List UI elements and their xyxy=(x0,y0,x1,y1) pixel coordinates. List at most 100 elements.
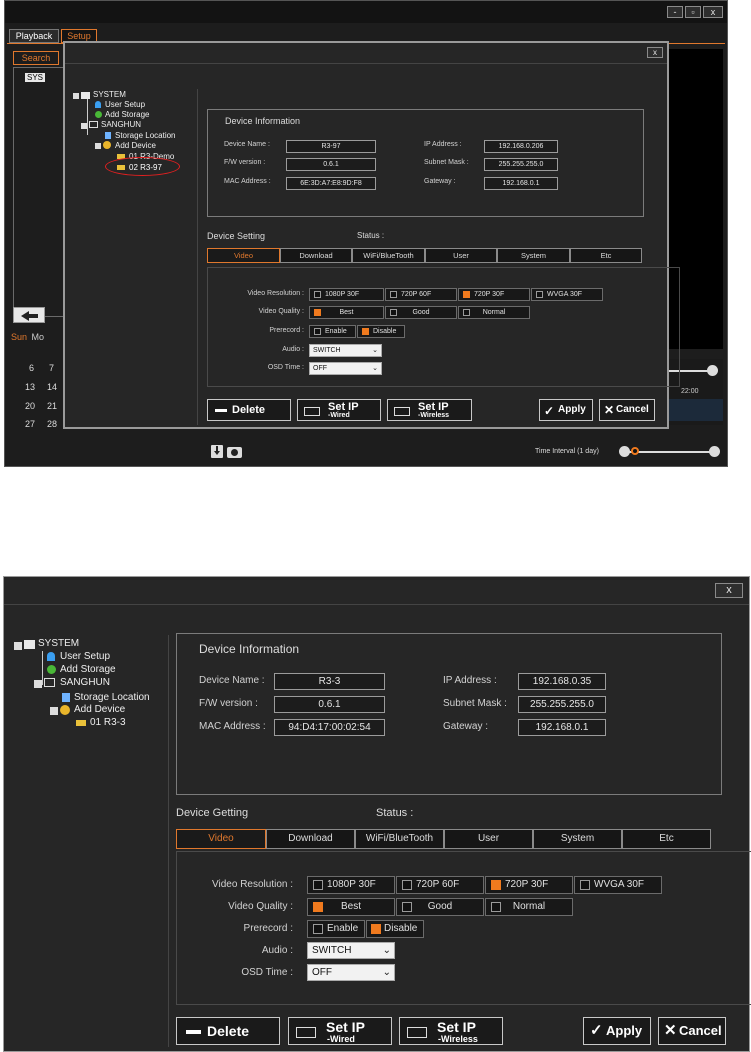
calendar-day[interactable]: 13 xyxy=(25,382,35,392)
tab-wifi-bluetooth[interactable]: WiFi/BlueTooth xyxy=(355,829,444,849)
tree-add-device[interactable]: Add Device xyxy=(74,704,125,715)
res-option-720p30[interactable]: 720P 30F xyxy=(485,876,573,894)
tree-collapse-icon[interactable] xyxy=(34,680,42,688)
top-minimize-button[interactable]: - xyxy=(667,6,683,18)
quality-option-good[interactable]: Good xyxy=(396,898,484,916)
prerecord-option-label: Enable xyxy=(327,923,359,934)
ip-address-label: IP Address : xyxy=(443,675,497,686)
download-icon[interactable] xyxy=(211,445,223,458)
tree-storage-location[interactable]: Storage Location xyxy=(74,692,150,703)
res-option-wvga30[interactable]: WVGA 30F xyxy=(574,876,662,894)
tab-download[interactable]: Download xyxy=(280,248,352,263)
calendar-day[interactable]: 21 xyxy=(47,401,57,411)
calendar-day[interactable]: 28 xyxy=(47,419,57,429)
top-tab-playback[interactable]: Playback xyxy=(9,29,59,43)
top-maximize-button[interactable]: ▫ xyxy=(685,6,701,18)
prerecord-option-disable[interactable]: Disable xyxy=(357,325,405,338)
checkbox-icon xyxy=(536,291,543,298)
res-option-720p60[interactable]: 720P 60F xyxy=(385,288,457,301)
tree-collapse-icon[interactable] xyxy=(95,143,101,149)
set-ip-wireless-button[interactable]: Set IP -Wireless xyxy=(387,399,472,421)
tree-system[interactable]: SYSTEM xyxy=(93,90,126,99)
tab-video[interactable]: Video xyxy=(207,248,280,263)
tree-collapse-icon[interactable] xyxy=(50,707,58,715)
tree-storage-location[interactable]: Storage Location xyxy=(115,131,176,140)
calendar-day[interactable]: 6 xyxy=(29,363,34,373)
cancel-button[interactable]: ✕ Cancel xyxy=(599,399,655,421)
res-option-1080p30[interactable]: 1080P 30F xyxy=(309,288,384,301)
top-search-tab[interactable]: Search xyxy=(13,51,59,65)
tree-sanghun[interactable]: SANGHUN xyxy=(101,120,141,129)
tab-wifi-bluetooth[interactable]: WiFi/BlueTooth xyxy=(352,248,425,263)
camera-icon[interactable] xyxy=(227,447,242,458)
calendar-day[interactable]: 14 xyxy=(47,382,57,392)
apply-button[interactable]: ✓ Apply xyxy=(539,399,593,421)
time-interval-knob-left[interactable] xyxy=(619,446,630,457)
quality-option-best[interactable]: Best xyxy=(309,306,384,319)
prerecord-option-disable[interactable]: Disable xyxy=(366,920,424,938)
tab-user[interactable]: User xyxy=(444,829,533,849)
tab-etc[interactable]: Etc xyxy=(622,829,711,849)
checkbox-checked-icon xyxy=(463,291,470,298)
tree-add-device[interactable]: Add Device xyxy=(115,141,156,150)
tab-user[interactable]: User xyxy=(425,248,497,263)
tree-sanghun[interactable]: SANGHUN xyxy=(60,677,110,688)
audio-select[interactable]: SWITCH ⌄ xyxy=(307,942,395,959)
checkbox-icon xyxy=(314,328,321,335)
add-device-gear-icon xyxy=(103,141,111,149)
osd-time-select-value: OFF xyxy=(312,967,332,978)
set-ip-wireless-button[interactable]: Set IP -Wireless xyxy=(399,1017,503,1045)
tree-device-01[interactable]: 01 R3-3 xyxy=(90,717,126,728)
set-ip-wired-button[interactable]: Set IP -Wired xyxy=(288,1017,392,1045)
cancel-button[interactable]: ✕ Cancel xyxy=(658,1017,726,1045)
calendar-day[interactable]: 7 xyxy=(49,363,54,373)
res-option-1080p30[interactable]: 1080P 30F xyxy=(307,876,395,894)
res-option-wvga30[interactable]: WVGA 30F xyxy=(531,288,603,301)
calendar-day[interactable]: 27 xyxy=(25,419,35,429)
top-dialog-close-button[interactable]: x xyxy=(647,47,663,58)
audio-select-value: SWITCH xyxy=(313,347,341,354)
tab-etc[interactable]: Etc xyxy=(570,248,642,263)
set-ip-wired-button[interactable]: Set IP -Wired xyxy=(297,399,381,421)
chevron-down-icon: ⌄ xyxy=(372,347,378,354)
tree-expand-icon[interactable] xyxy=(14,642,22,650)
top-dialog-header-line xyxy=(65,63,667,64)
time-interval-knob-right[interactable] xyxy=(709,446,720,457)
zoom-slider-knob[interactable] xyxy=(707,365,718,376)
quality-option-normal[interactable]: Normal xyxy=(485,898,573,916)
camera-device-icon xyxy=(76,720,86,726)
network-port-icon xyxy=(394,407,410,416)
delete-button[interactable]: Delete xyxy=(176,1017,280,1045)
quality-option-best[interactable]: Best xyxy=(307,898,395,916)
prerecord-option-enable[interactable]: Enable xyxy=(309,325,356,338)
bottom-dialog-close-button[interactable]: x xyxy=(715,583,743,598)
tree-add-storage[interactable]: Add Storage xyxy=(105,110,149,119)
tree-system[interactable]: SYSTEM xyxy=(38,638,79,649)
back-arrow-button[interactable] xyxy=(13,307,45,323)
tab-download[interactable]: Download xyxy=(266,829,355,849)
prerecord-option-enable[interactable]: Enable xyxy=(307,920,365,938)
video-resolution-label: Video Resolution : xyxy=(247,290,304,297)
top-window-close-button[interactable]: x xyxy=(703,6,723,18)
tree-collapse-icon[interactable] xyxy=(81,123,87,129)
delete-button[interactable]: Delete xyxy=(207,399,291,421)
time-interval-knob-active[interactable] xyxy=(631,447,639,455)
tab-video[interactable]: Video xyxy=(176,829,266,849)
tab-system[interactable]: System xyxy=(533,829,622,849)
device-info-title: Device Information xyxy=(199,642,300,656)
tree-add-storage[interactable]: Add Storage xyxy=(60,664,116,675)
quality-option-good[interactable]: Good xyxy=(385,306,457,319)
checkbox-checked-icon xyxy=(313,902,323,912)
res-option-720p30[interactable]: 720P 30F xyxy=(458,288,530,301)
calendar-day[interactable]: 20 xyxy=(25,401,35,411)
tree-user-setup[interactable]: User Setup xyxy=(105,100,145,109)
tab-system[interactable]: System xyxy=(497,248,570,263)
tree-user-setup[interactable]: User Setup xyxy=(60,651,110,662)
osd-time-select[interactable]: OFF ⌄ xyxy=(309,362,382,375)
tree-expand-icon[interactable] xyxy=(73,93,79,99)
osd-time-select[interactable]: OFF ⌄ xyxy=(307,964,395,981)
quality-option-normal[interactable]: Normal xyxy=(458,306,530,319)
audio-select[interactable]: SWITCH ⌄ xyxy=(309,344,382,357)
res-option-720p60[interactable]: 720P 60F xyxy=(396,876,484,894)
apply-button[interactable]: ✓ Apply xyxy=(583,1017,651,1045)
